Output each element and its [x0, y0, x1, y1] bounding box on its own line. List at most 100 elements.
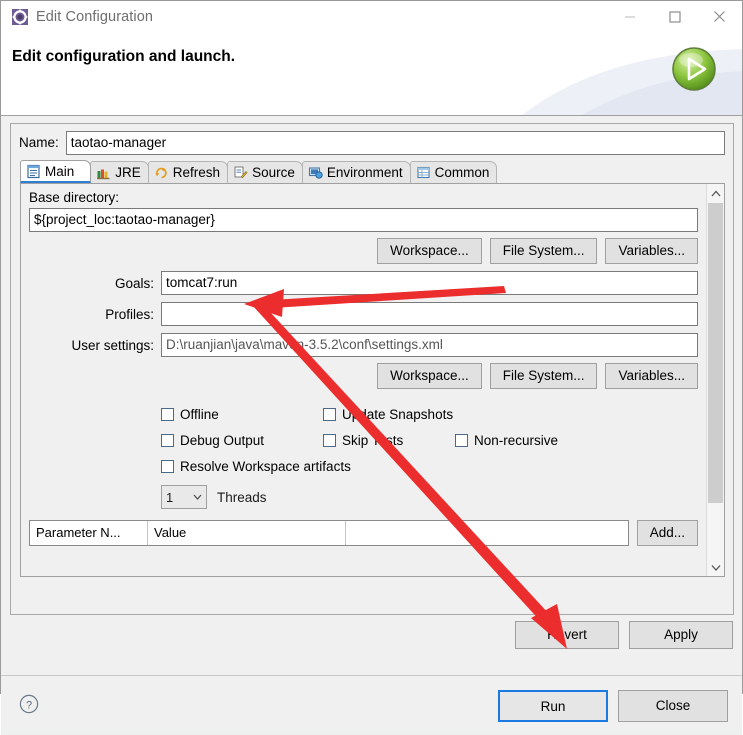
help-question-icon[interactable]: ?	[19, 694, 39, 714]
refresh-arrows-icon	[154, 165, 169, 180]
update-snapshots-label: Update Snapshots	[342, 406, 454, 422]
base-file-system-button[interactable]: File System...	[489, 238, 598, 264]
column-header-empty	[346, 521, 628, 545]
goals-label: Goals:	[114, 275, 154, 291]
tab-label-environment: Environment	[326, 165, 403, 180]
tab-label-main: Main	[45, 163, 75, 179]
profiles-input[interactable]	[161, 302, 698, 326]
environment-monitor-icon	[308, 165, 323, 180]
revert-button[interactable]: Revert	[515, 621, 619, 649]
threads-value: 1	[166, 489, 174, 505]
threads-label: Threads	[217, 489, 267, 505]
debug-output-checkbox[interactable]	[161, 433, 174, 447]
minimize-icon	[624, 16, 635, 17]
banner-title: Edit configuration and launch.	[12, 48, 236, 65]
name-input[interactable]: taotao-manager	[65, 130, 725, 155]
window-controls	[607, 1, 742, 33]
chevron-down-icon	[711, 564, 720, 571]
main-tab-scroll-area: Base directory: ${project_loc:taotao-man…	[21, 184, 706, 576]
add-parameter-button[interactable]: Add...	[636, 520, 698, 546]
settings-variables-button[interactable]: Variables...	[605, 363, 698, 389]
run-button[interactable]: Run	[498, 690, 608, 722]
goals-input[interactable]: tomcat7:run	[161, 271, 698, 295]
source-pencil-icon	[233, 165, 248, 180]
run-play-icon	[672, 47, 716, 91]
panel-action-buttons: Revert Apply	[515, 621, 733, 649]
base-directory-input[interactable]: ${project_loc:taotao-manager}	[29, 208, 698, 232]
tab-label-source: Source	[252, 165, 295, 180]
edit-configuration-dialog: Edit Configuration Edit configuration an…	[0, 0, 743, 735]
tab-refresh[interactable]: Refresh	[147, 161, 229, 183]
update-snapshots-checkbox[interactable]	[323, 407, 336, 421]
offline-checkbox[interactable]	[161, 407, 174, 421]
base-variables-button[interactable]: Variables...	[605, 238, 698, 264]
chevron-up-icon	[711, 190, 720, 196]
user-settings-row: User settings: D:\ruanjian\java\maven-3.…	[29, 333, 698, 357]
common-table-icon	[416, 165, 431, 180]
base-directory-buttons: Workspace... File System... Variables...	[29, 238, 698, 264]
scroll-up-button[interactable]	[707, 184, 724, 202]
resolve-workspace-artifacts-checkbox[interactable]	[161, 459, 174, 473]
close-button[interactable]	[697, 1, 742, 32]
parameter-table: Parameter N... Value Add...	[29, 520, 698, 546]
maximize-button[interactable]	[652, 1, 697, 32]
vertical-scrollbar[interactable]	[706, 184, 724, 576]
resolve-workspace-artifacts-label: Resolve Workspace artifacts	[180, 458, 351, 474]
tab-jre[interactable]: JRE	[90, 161, 149, 183]
tab-environment[interactable]: Environment	[301, 161, 411, 183]
background-window-strip	[2, 731, 741, 735]
tab-label-jre: JRE	[115, 165, 141, 180]
tab-source[interactable]: Source	[227, 161, 303, 183]
configuration-panel: Name: taotao-manager Main JRE Refresh So…	[10, 123, 734, 615]
non-recursive-checkbox[interactable]	[455, 433, 468, 447]
goals-row: Goals: tomcat7:run	[29, 271, 698, 295]
column-header-parameter-name[interactable]: Parameter N...	[30, 521, 148, 545]
dialog-body: Name: taotao-manager Main JRE Refresh So…	[1, 116, 742, 675]
scroll-down-button[interactable]	[707, 558, 724, 576]
user-settings-buttons: Workspace... File System... Variables...	[29, 363, 698, 389]
base-workspace-button[interactable]: Workspace...	[377, 238, 482, 264]
maximize-icon	[668, 10, 681, 23]
column-header-value[interactable]: Value	[148, 521, 346, 545]
main-document-icon	[26, 164, 41, 179]
non-recursive-label: Non-recursive	[474, 432, 559, 448]
skip-tests-label: Skip Tests	[342, 432, 404, 448]
tab-label-refresh: Refresh	[172, 165, 221, 180]
minimize-button[interactable]	[607, 1, 652, 32]
checkbox-row-2: Debug Output Skip Tests Non-recursive	[161, 429, 698, 451]
debug-output-label: Debug Output	[180, 432, 265, 448]
main-tab-content: Base directory: ${project_loc:taotao-man…	[20, 183, 725, 577]
close-icon	[714, 11, 725, 22]
base-directory-label: Base directory:	[29, 190, 120, 205]
threads-row: 1 Threads	[161, 485, 698, 509]
dialog-footer: ? Run Close	[1, 675, 742, 735]
settings-file-system-button[interactable]: File System...	[489, 363, 598, 389]
offline-label: Offline	[180, 406, 219, 422]
window-title: Edit Configuration	[36, 9, 154, 25]
dialog-banner: Edit configuration and launch.	[1, 33, 742, 116]
profiles-row: Profiles:	[29, 302, 698, 326]
user-settings-label: User settings:	[71, 337, 154, 353]
name-row: Name: taotao-manager	[11, 124, 733, 155]
user-settings-input[interactable]: D:\ruanjian\java\maven-3.5.2\conf\settin…	[161, 333, 698, 357]
chevron-down-icon	[193, 494, 202, 500]
close-dialog-button[interactable]: Close	[618, 690, 728, 722]
svg-text:?: ?	[26, 699, 32, 711]
tab-label-common: Common	[434, 165, 490, 180]
footer-buttons: Run Close	[498, 690, 728, 722]
profiles-label: Profiles:	[105, 306, 154, 322]
skip-tests-checkbox[interactable]	[323, 433, 336, 447]
settings-workspace-button[interactable]: Workspace...	[377, 363, 482, 389]
tab-main[interactable]: Main	[20, 160, 92, 183]
name-label: Name:	[19, 135, 59, 150]
checkbox-row-1: Offline Update Snapshots	[161, 403, 698, 425]
apply-button[interactable]: Apply	[629, 621, 733, 649]
jre-books-icon	[96, 165, 111, 180]
title-bar: Edit Configuration	[1, 1, 742, 33]
tab-common[interactable]: Common	[409, 161, 498, 183]
options-checkbox-group: Offline Update Snapshots Debug Output Sk…	[161, 403, 698, 477]
parameter-table-header: Parameter N... Value	[29, 520, 629, 546]
checkbox-row-3: Resolve Workspace artifacts	[161, 455, 698, 477]
scrollbar-thumb[interactable]	[708, 203, 723, 503]
threads-stepper[interactable]: 1	[161, 485, 207, 509]
